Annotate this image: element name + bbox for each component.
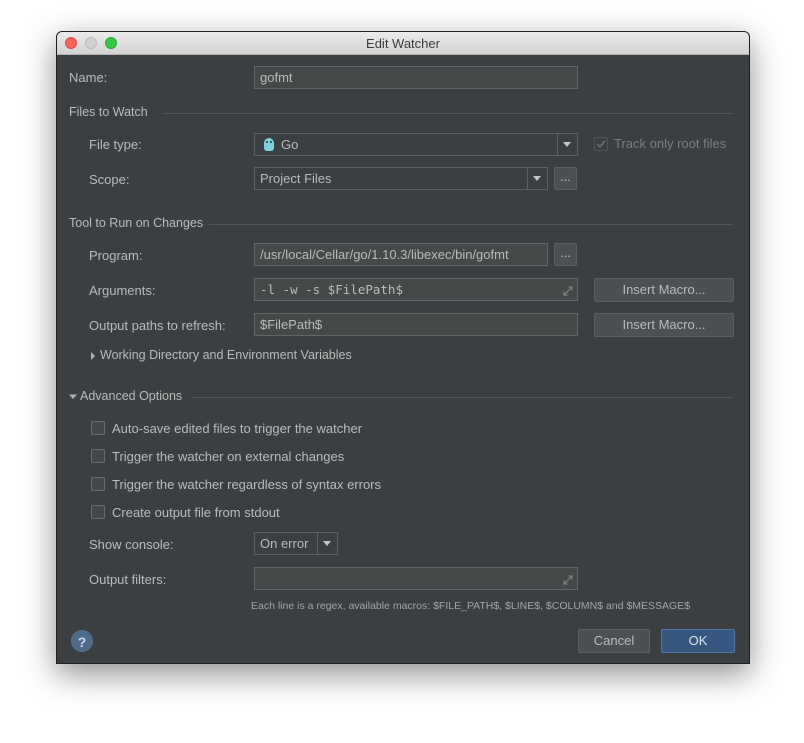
chevron-down-icon bbox=[527, 168, 547, 189]
stdout-output-label: Create output file from stdout bbox=[112, 505, 280, 520]
output-filters-label: Output filters: bbox=[89, 572, 167, 587]
working-directory-label: Working Directory and Environment Variab… bbox=[100, 348, 352, 362]
file-type-label: File type: bbox=[89, 137, 142, 152]
ok-button[interactable]: OK bbox=[661, 629, 735, 653]
expand-icon[interactable] bbox=[563, 286, 573, 296]
syntax-errors-checkbox[interactable] bbox=[91, 477, 105, 491]
help-icon[interactable]: ? bbox=[71, 630, 93, 652]
output-paths-insert-macro-button[interactable]: Insert Macro... bbox=[594, 313, 734, 337]
name-input[interactable]: gofmt bbox=[254, 66, 578, 89]
checkmark-icon bbox=[596, 140, 606, 148]
track-only-root-checkbox[interactable] bbox=[594, 137, 608, 151]
stdout-output-checkbox[interactable] bbox=[91, 505, 105, 519]
arguments-input[interactable]: -l -w -s $FilePath$ bbox=[254, 278, 578, 301]
edit-watcher-dialog: Edit Watcher Name: gofmt Files to Watch … bbox=[56, 31, 750, 664]
external-changes-label: Trigger the watcher on external changes bbox=[112, 449, 345, 464]
external-changes-checkbox[interactable] bbox=[91, 449, 105, 463]
files-to-watch-heading: Files to Watch bbox=[69, 105, 148, 119]
show-console-value: On error bbox=[260, 536, 309, 551]
chevron-down-icon bbox=[557, 134, 577, 155]
files-to-watch-separator bbox=[163, 113, 733, 114]
scope-value: Project Files bbox=[260, 171, 332, 186]
expand-icon[interactable] bbox=[563, 575, 573, 585]
output-filters-hint: Each line is a regex, available macros: … bbox=[251, 600, 691, 612]
file-type-dropdown[interactable]: Go bbox=[254, 133, 578, 156]
title-bar: Edit Watcher bbox=[57, 32, 749, 55]
file-type-value: Go bbox=[281, 137, 299, 152]
auto-save-checkbox[interactable] bbox=[91, 421, 105, 435]
tool-separator bbox=[209, 224, 733, 225]
advanced-separator bbox=[191, 397, 733, 398]
advanced-options-heading: Advanced Options bbox=[80, 389, 183, 403]
go-file-icon bbox=[264, 138, 274, 151]
program-label: Program: bbox=[89, 248, 143, 263]
output-filters-input[interactable] bbox=[254, 567, 578, 590]
chevron-right-icon bbox=[91, 352, 95, 360]
show-console-label: Show console: bbox=[89, 537, 174, 552]
scope-label: Scope: bbox=[89, 172, 130, 187]
program-input[interactable]: /usr/local/Cellar/go/1.10.3/libexec/bin/… bbox=[254, 243, 548, 266]
window-title: Edit Watcher bbox=[366, 36, 440, 51]
scope-browse-button[interactable]: ... bbox=[554, 167, 577, 190]
chevron-down-icon bbox=[69, 394, 77, 399]
output-paths-label: Output paths to refresh: bbox=[89, 318, 226, 333]
auto-save-label: Auto-save edited files to trigger the wa… bbox=[112, 421, 363, 436]
chevron-down-icon bbox=[317, 533, 337, 554]
output-paths-input[interactable]: $FilePath$ bbox=[254, 313, 578, 336]
cancel-button[interactable]: Cancel bbox=[578, 629, 650, 653]
scope-dropdown[interactable]: Project Files bbox=[254, 167, 548, 190]
program-browse-button[interactable]: ... bbox=[554, 243, 577, 266]
arguments-insert-macro-button[interactable]: Insert Macro... bbox=[594, 278, 734, 302]
syntax-errors-label: Trigger the watcher regardless of syntax… bbox=[112, 477, 382, 492]
arguments-value: -l -w -s $FilePath$ bbox=[260, 282, 403, 297]
name-label: Name: bbox=[69, 70, 108, 85]
show-console-dropdown[interactable]: On error bbox=[254, 532, 338, 555]
track-only-root-label: Track only root files bbox=[614, 136, 727, 151]
arguments-label: Arguments: bbox=[89, 283, 156, 298]
tool-heading: Tool to Run on Changes bbox=[69, 216, 204, 230]
